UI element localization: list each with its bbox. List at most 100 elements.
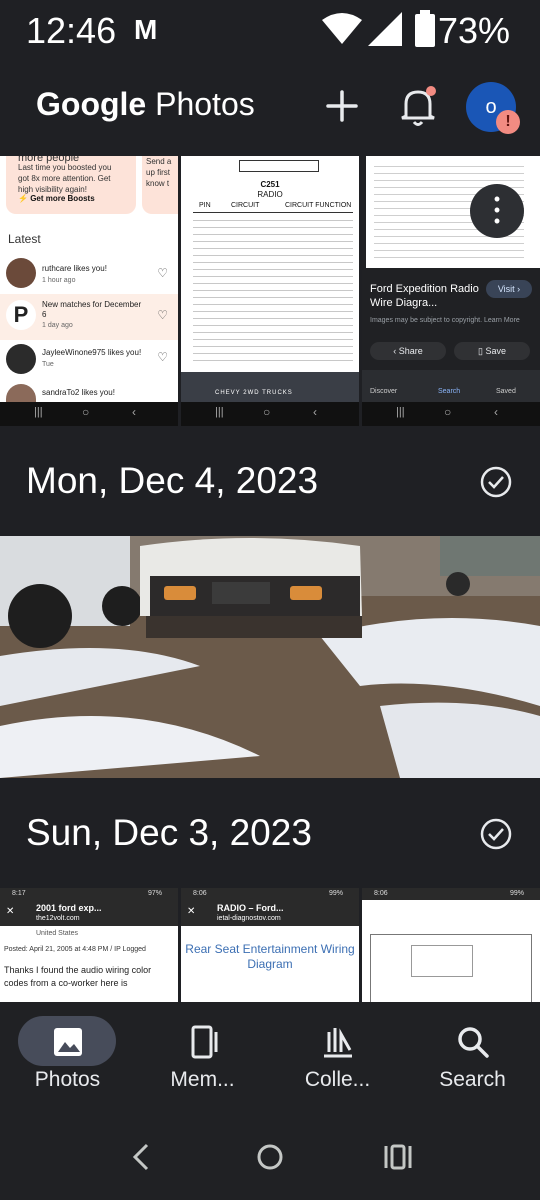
nav-label: Mem...: [170, 1068, 235, 1091]
thumbnail-row: more people Last time you boosted you go…: [0, 156, 540, 426]
list-item-time: 1 hour ago: [42, 277, 76, 284]
screenshot-time: 8:17: [12, 890, 26, 897]
copyright-note: Images may be subject to copyright. Lear…: [370, 317, 520, 324]
result-title: Ford Expedition Radio Wire Diagra...: [370, 283, 479, 309]
column-header: CIRCUIT FUNCTION: [285, 202, 352, 209]
system-navigation-bar: [0, 1112, 540, 1200]
date-section-header: Mon, Dec 4, 2023: [0, 428, 540, 536]
photo-thumbnail[interactable]: more people Last time you boosted you go…: [0, 156, 178, 426]
back-icon[interactable]: [127, 1142, 157, 1172]
avatar: [6, 384, 36, 404]
boost-link: Get more Boosts: [30, 194, 95, 203]
share-button[interactable]: ‹ Share: [370, 342, 446, 360]
browser-bar: ✕ 2001 ford exp... the12volt.com: [0, 900, 178, 926]
car-photo: [0, 536, 540, 778]
nav-collections[interactable]: Colle...: [270, 1002, 405, 1112]
save-button[interactable]: ▯ Save: [454, 342, 530, 360]
screenshot-battery: 99%: [328, 890, 343, 897]
latest-heading: Latest: [8, 232, 41, 246]
select-all-check-icon[interactable]: [480, 818, 512, 850]
column-header: CIRCUIT: [231, 202, 260, 209]
wiring-diagram: [370, 934, 532, 1006]
avatar: [6, 258, 36, 288]
page-title: 2001 ford exp...: [36, 903, 102, 913]
wifi-icon: [322, 13, 362, 44]
photo-thumbnail[interactable]: 8:06 99%: [362, 888, 540, 1006]
screenshot-time: 8:06: [374, 890, 388, 897]
table-header: PIN CIRCUIT CIRCUIT FUNCTION: [193, 202, 353, 213]
home-icon[interactable]: [255, 1142, 285, 1172]
select-all-check-icon[interactable]: [480, 466, 512, 498]
post-body: Thanks I found the audio wiring color co…: [4, 965, 152, 988]
banner-caption: CHEVY 2WD TRUCKS: [215, 390, 293, 396]
page-host: the12volt.com: [36, 915, 80, 922]
list-item-text: sandraTo2 likes you!: [42, 388, 115, 397]
screenshot-status-bar: 8:17 97%: [0, 888, 178, 900]
add-icon[interactable]: [322, 86, 362, 126]
list-item-time: 1 day ago: [42, 322, 73, 329]
close-icon: ✕: [187, 906, 196, 917]
section-date: Sun, Dec 3, 2023: [26, 812, 312, 853]
collections-icon: [323, 1028, 352, 1058]
side-card-line: know t: [146, 179, 170, 188]
date-section-header: Sun, Dec 3, 2023: [0, 780, 540, 888]
status-bar: 12:46 M 73%: [0, 0, 540, 62]
visit-button[interactable]: Visit ›: [486, 280, 532, 298]
android-nav-strip: ||| ○ ‹: [181, 402, 359, 426]
avatar-initial: o: [485, 96, 497, 118]
photo-thumbnail[interactable]: 8:17 97% ✕ 2001 ford exp... the12volt.co…: [0, 888, 178, 1006]
screenshot-status-bar: 8:06 99%: [362, 888, 540, 900]
column-header: PIN: [199, 202, 211, 209]
photo-thumbnail[interactable]: [0, 536, 540, 778]
lens-nav-discover: Discover: [370, 388, 398, 395]
android-nav-strip: ||| ○ ‹: [0, 402, 178, 426]
photo-thumbnail[interactable]: C251 RADIO PIN CIRCUIT CIRCUIT FUNCTION …: [181, 156, 359, 426]
android-nav-strip: ||| ○ ‹: [362, 402, 540, 426]
nav-label: Colle...: [304, 1068, 371, 1091]
recents-icon[interactable]: [383, 1142, 413, 1172]
notifications-button[interactable]: [398, 84, 438, 128]
brand-photos: Photos: [155, 86, 255, 122]
screenshot-time: 8:06: [193, 890, 207, 897]
nav-search[interactable]: Search: [405, 1002, 540, 1112]
list-item: JayleeWinone975 likes you! Tue ♡: [0, 340, 178, 380]
nav-photos[interactable]: Photos: [0, 1002, 135, 1112]
more-vert-icon: • • •: [493, 189, 501, 231]
account-avatar[interactable]: o !: [466, 82, 520, 134]
battery-icon: [415, 10, 435, 47]
more-options-button[interactable]: • • •: [470, 184, 524, 238]
share-label: Share: [398, 346, 423, 356]
side-card-line: Send a: [146, 157, 172, 166]
list-item: ruthcare likes you! 1 hour ago ♡: [0, 256, 178, 294]
truck-banner: CHEVY 2WD TRUCKS: [181, 372, 359, 402]
lens-nav-search: Search: [438, 388, 461, 395]
recents-icon: |||: [396, 406, 405, 418]
side-card: Send a up first know t: [142, 156, 178, 214]
list-item-text: ruthcare likes you!: [42, 264, 107, 273]
lens-nav-saved: Saved: [496, 388, 516, 395]
photo-thumbnail[interactable]: 8:06 99% ✕ RADIO – Ford... ietal-diagnos…: [181, 888, 359, 1006]
pinout-table: [193, 214, 353, 364]
search-icon: [457, 1027, 489, 1058]
browser-bar: ✕ RADIO – Ford... ietal-diagnostov.com: [181, 900, 359, 926]
app-title: Google Photos: [36, 86, 255, 123]
nav-memories[interactable]: Mem...: [135, 1002, 270, 1112]
page-title: RADIO – Ford...: [217, 903, 284, 913]
back-icon: ‹: [132, 405, 136, 419]
boost-card: more people Last time you boosted you go…: [6, 156, 136, 214]
diagram-box: [411, 945, 473, 977]
close-icon: ✕: [6, 906, 15, 917]
screenshot-battery: 97%: [147, 890, 162, 897]
cellular-icon: [368, 12, 402, 46]
recents-icon: |||: [215, 406, 224, 418]
memories-icon: [191, 1025, 217, 1059]
nav-label: Photos: [34, 1068, 101, 1091]
avatar: [6, 344, 36, 374]
diagram-subheader: RADIO: [257, 190, 283, 199]
list-item: sandraTo2 likes you!: [0, 380, 178, 404]
notification-dot: [426, 86, 436, 96]
list-item-text: New matches for December 6: [42, 300, 142, 319]
app-bar: Google Photos o !: [0, 62, 540, 154]
post-location: United States: [36, 930, 79, 937]
photo-thumbnail[interactable]: • • • Ford Expedition Radio Wire Diagra...…: [362, 156, 540, 426]
